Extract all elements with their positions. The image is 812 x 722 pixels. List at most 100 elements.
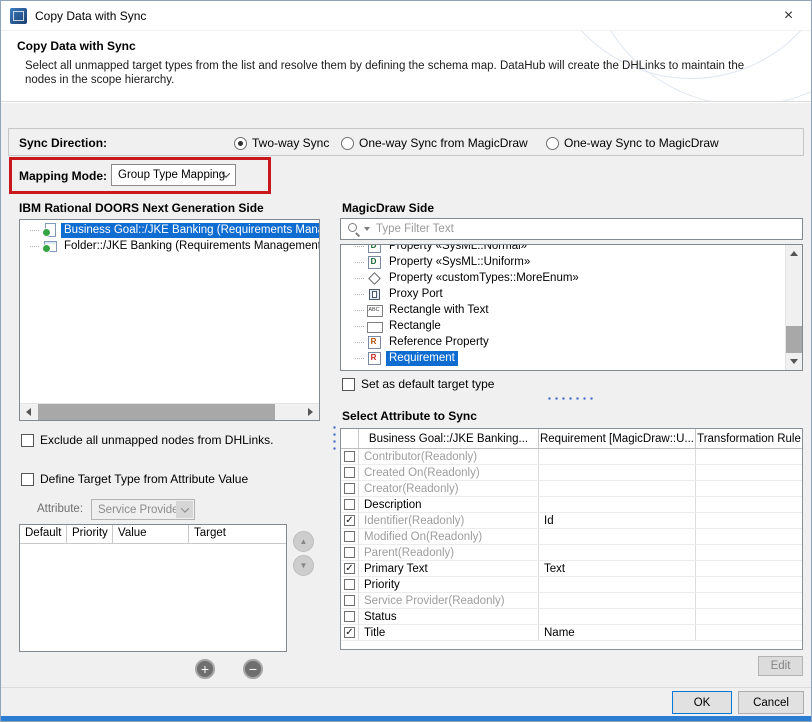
folder-icon xyxy=(42,239,57,253)
red-annotation-box: Mapping Mode: Group Type Mapping xyxy=(9,157,271,194)
ok-button[interactable]: OK xyxy=(672,691,732,714)
scrollbar-thumb[interactable] xyxy=(786,326,802,353)
proxy-port-icon xyxy=(367,287,382,301)
row-checkbox[interactable]: ✓ xyxy=(344,515,355,526)
tree-item-label: Folder::/JKE Banking (Requirements Manag… xyxy=(61,239,320,254)
tree-item-business-goal[interactable]: Business Goal::/JKE Banking (Requirement… xyxy=(20,222,320,238)
row-checkbox[interactable] xyxy=(344,451,355,462)
set-default-target-checkbox[interactable]: Set as default target type xyxy=(342,377,494,391)
edit-button[interactable]: Edit xyxy=(758,656,803,676)
title-bar: Copy Data with Sync × xyxy=(1,1,811,31)
row-checkbox[interactable] xyxy=(344,531,355,542)
tree-item-proxy-port[interactable]: Proxy Port xyxy=(341,286,802,302)
table-row[interactable]: ✓ Identifier(Readonly) Id xyxy=(341,513,802,529)
scroll-down-icon[interactable] xyxy=(786,353,802,370)
add-button[interactable]: + xyxy=(195,659,215,679)
horizontal-splitter-handle[interactable] xyxy=(546,396,594,401)
radio-two-way-sync[interactable]: Two-way Sync xyxy=(234,136,329,150)
table-row[interactable]: Service Provider(Readonly) xyxy=(341,593,802,609)
radio-label: Two-way Sync xyxy=(252,136,329,150)
target-attribute xyxy=(539,577,696,593)
row-checkbox[interactable] xyxy=(344,499,355,510)
tree-item-folder[interactable]: Folder::/JKE Banking (Requirements Manag… xyxy=(20,238,320,254)
attribute-name: Title xyxy=(359,625,539,641)
mapping-mode-select[interactable]: Group Type Mapping xyxy=(111,164,236,186)
checkbox-icon[interactable] xyxy=(342,378,355,391)
scroll-right-icon[interactable] xyxy=(302,404,319,420)
tree-item-label: Reference Property xyxy=(386,335,492,350)
tree-item-property-moreenum[interactable]: Property «customTypes::MoreEnum» xyxy=(341,270,802,286)
tree-item-rectangle-with-text[interactable]: Rectangle with Text xyxy=(341,302,802,318)
column-header-target: Target xyxy=(189,525,286,543)
tree-item-label: Property «SysML::Uniform» xyxy=(386,255,533,270)
table-row[interactable]: Creator(Readonly) xyxy=(341,481,802,497)
column-header-priority: Priority xyxy=(67,525,113,543)
transformation-rule xyxy=(696,497,802,513)
header-title: Copy Data with Sync xyxy=(17,39,136,53)
column-header-target: Requirement [MagicDraw::U... xyxy=(539,429,696,448)
row-checkbox[interactable] xyxy=(344,483,355,494)
attribute-name: Priority xyxy=(359,577,539,593)
remove-button[interactable]: − xyxy=(243,659,263,679)
column-header-rule: Transformation Rule xyxy=(696,429,802,448)
enum-property-icon xyxy=(367,271,382,285)
tree-item-property-uniform[interactable]: Property «SysML::Uniform» xyxy=(341,254,802,270)
row-checkbox[interactable] xyxy=(344,595,355,606)
table-row[interactable]: Modified On(Readonly) xyxy=(341,529,802,545)
rectangle-text-icon xyxy=(367,303,382,317)
tree-item-reference-property[interactable]: Reference Property xyxy=(341,334,802,350)
attribute-name: Service Provider(Readonly) xyxy=(359,593,539,609)
table-row[interactable]: Created On(Readonly) xyxy=(341,465,802,481)
move-down-button[interactable]: ▼ xyxy=(293,555,314,576)
row-checkbox[interactable] xyxy=(344,611,355,622)
type-filter-input[interactable] xyxy=(376,223,802,235)
scrollbar-thumb[interactable] xyxy=(38,404,275,420)
target-attribute xyxy=(539,497,696,513)
app-icon xyxy=(10,8,27,24)
table-row[interactable]: ✓ Primary Text Text xyxy=(341,561,802,577)
tree-item-rectangle[interactable]: Rectangle xyxy=(341,318,802,334)
scroll-up-icon[interactable] xyxy=(786,245,802,262)
row-checkbox[interactable] xyxy=(344,467,355,478)
table-row[interactable]: Description xyxy=(341,497,802,513)
table-row[interactable]: Parent(Readonly) xyxy=(341,545,802,561)
table-row[interactable]: ✓ Title Name xyxy=(341,625,802,641)
doors-tree-rows: Business Goal::/JKE Banking (Requirement… xyxy=(20,220,319,254)
target-attribute xyxy=(539,481,696,497)
radio-one-way-from-magicdraw[interactable]: One-way Sync from MagicDraw xyxy=(341,136,528,150)
row-checkbox[interactable] xyxy=(344,547,355,558)
horizontal-scrollbar[interactable] xyxy=(20,403,319,420)
vertical-splitter-handle[interactable] xyxy=(332,424,337,454)
footer-separator xyxy=(1,687,811,688)
row-checkbox[interactable]: ✓ xyxy=(344,563,355,574)
checkbox-icon[interactable] xyxy=(21,434,34,447)
table-row[interactable]: Contributor(Readonly) xyxy=(341,449,802,465)
close-button[interactable]: × xyxy=(766,1,811,30)
table-row[interactable]: Priority xyxy=(341,577,802,593)
cancel-button[interactable]: Cancel xyxy=(738,691,804,714)
tree-item-requirement[interactable]: Requirement xyxy=(341,350,802,366)
header-description: Select all unmapped target types from th… xyxy=(25,59,744,87)
row-checkbox[interactable] xyxy=(344,579,355,590)
value-mapping-table-header: Default Priority Value Target xyxy=(20,525,286,544)
checkbox-icon[interactable] xyxy=(21,473,34,486)
search-options-chevron-icon[interactable] xyxy=(364,227,370,231)
attribute-sync-table: Business Goal::/JKE Banking... Requireme… xyxy=(340,428,803,650)
define-target-type-checkbox[interactable]: Define Target Type from Attribute Value xyxy=(21,472,248,486)
checkbox-label: Exclude all unmapped nodes from DHLinks. xyxy=(40,433,273,447)
exclude-unmapped-checkbox[interactable]: Exclude all unmapped nodes from DHLinks. xyxy=(21,433,273,447)
doors-tree: Business Goal::/JKE Banking (Requirement… xyxy=(19,219,320,421)
radio-one-way-to-magicdraw[interactable]: One-way Sync to MagicDraw xyxy=(546,136,719,150)
tree-item-property-normal[interactable]: Property «SysML::Normal» xyxy=(341,244,802,254)
move-up-button[interactable]: ▲ xyxy=(293,531,314,552)
transformation-rule xyxy=(696,609,802,625)
transformation-rule xyxy=(696,513,802,529)
window-bottom-accent xyxy=(1,716,811,721)
attribute-name: Parent(Readonly) xyxy=(359,545,539,561)
target-attribute xyxy=(539,609,696,625)
vertical-scrollbar[interactable] xyxy=(785,245,802,370)
table-row[interactable]: Status xyxy=(341,609,802,625)
scroll-left-icon[interactable] xyxy=(20,404,37,420)
attribute-select-value: Service Provider xyxy=(98,504,182,516)
row-checkbox[interactable]: ✓ xyxy=(344,627,355,638)
